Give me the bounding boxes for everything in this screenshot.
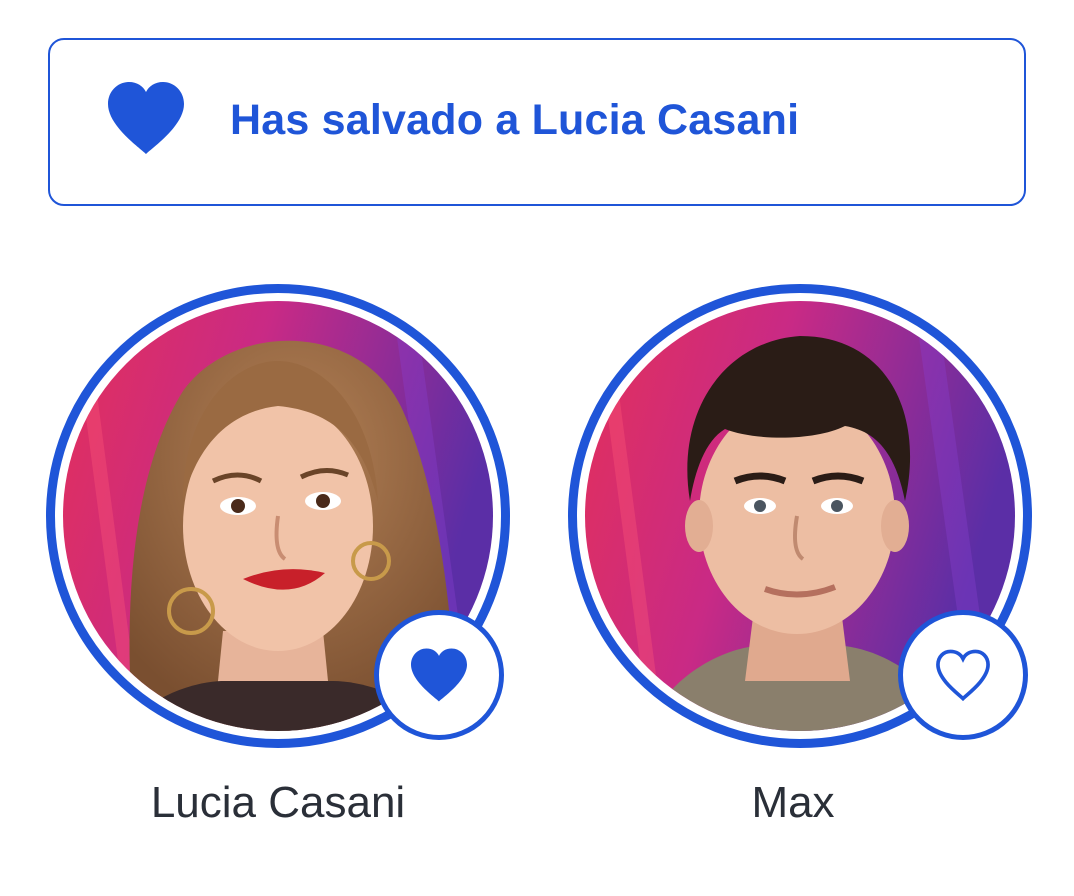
heart-outline-icon — [936, 649, 990, 702]
heart-filled-icon — [411, 648, 467, 702]
contestant-card-lucia: Lucia Casani — [46, 284, 510, 864]
confirmation-message: Has salvado a Lucia Casani — [230, 96, 800, 144]
save-vote-button[interactable] — [898, 610, 1028, 740]
contestant-card-max: Max — [568, 284, 1032, 864]
contestant-name: Lucia Casani — [150, 778, 406, 827]
vote-screen: Has salvado a Lucia Casani Lucia Casani … — [0, 0, 1074, 896]
contestant-name: Max — [751, 778, 835, 827]
heart-filled-icon — [108, 82, 184, 154]
save-vote-button[interactable] — [374, 610, 504, 740]
